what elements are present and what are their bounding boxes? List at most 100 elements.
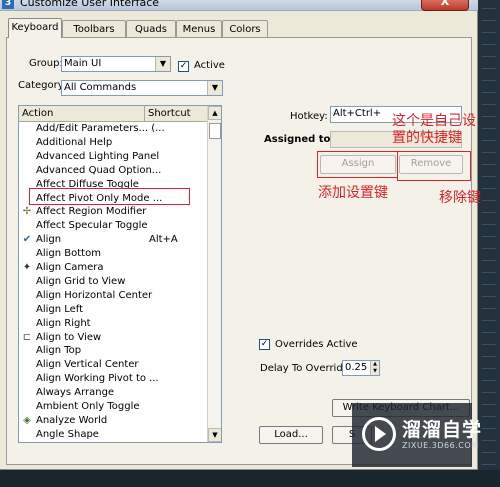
list-item[interactable]: Always Arrange [19,386,207,400]
delay-spinner[interactable]: 0.25 ▲ ▼ [342,360,380,376]
tab-toolbars[interactable]: Toolbars [62,20,126,37]
list-item[interactable]: ✢ Affect Region Modifier [19,205,207,219]
list-item-action: Align Left [36,303,84,315]
chevron-down-icon[interactable]: ▼ [207,81,222,95]
list-item-action: Angle Shape [36,428,99,440]
app-icon: 3 [2,0,14,9]
annotation-hotkey-line2: 置的快捷键 [392,130,462,146]
list-item[interactable]: Align Vertical Center [19,358,207,372]
background-stripe [482,272,496,273]
background-stripe [482,92,496,93]
column-header-action[interactable]: Action [19,106,145,121]
highlight-box-assign [317,151,398,178]
background-stripe [482,368,496,369]
action-list[interactable]: Action Shortcut Add/Edit Parameters... (… [18,105,222,443]
background-stripe [482,152,496,153]
background-stripe [482,428,496,429]
background-stripe [482,128,496,129]
background-stripe [482,224,496,225]
background-stripe [482,188,496,189]
background-stripe [482,68,496,69]
background-stripe [482,200,496,201]
list-item-action: Ambient Only Toggle [36,401,140,412]
list-item[interactable]: Align Working Pivot to ... [19,372,207,386]
background-stripe [482,104,496,105]
align-icon: ✔ [22,234,32,246]
title-bar: 3 Customize User Interface X [0,0,478,11]
background-stripe [482,296,496,297]
customize-ui-dialog: 3 Customize User Interface X Keyboard To… [0,0,478,470]
tab-keyboard[interactable]: Keyboard [8,18,62,38]
group-label: Group: [29,58,63,69]
delay-value: 0.25 [345,362,368,373]
list-item[interactable]: ◈ Analyze World [19,414,207,428]
group-dropdown[interactable]: Main UI ▼ [61,56,171,72]
spinner-arrows-icon[interactable]: ▲ ▼ [370,361,379,375]
list-item[interactable]: Align Left [19,303,207,317]
list-item[interactable]: ✦ Align Camera [19,261,207,275]
list-item[interactable]: Align Grid to View [19,275,207,289]
close-button[interactable]: X [421,0,469,11]
list-item[interactable]: Affect Specular Toggle [19,219,207,233]
list-item[interactable]: ⊏ Align to View [19,331,207,345]
background-stripe [482,248,496,249]
watermark-url: ZIXUE.3D66.COM [402,441,479,450]
list-item[interactable]: Align Top [19,344,207,358]
list-item[interactable]: Advanced Quad Option... [19,164,207,178]
tab-colors[interactable]: Colors [222,20,268,37]
list-item[interactable]: Angle Shape [19,428,207,442]
list-item-action: Align Camera [36,262,104,273]
window-title: Customize User Interface [20,0,160,9]
list-scrollbar[interactable]: ▲ ▼ [207,106,221,442]
delay-label: Delay To Override: [260,363,353,374]
list-item[interactable]: Align Horizontal Center [19,289,207,303]
tab-quads[interactable]: Quads [126,20,176,37]
highlight-box-pivot [29,188,190,205]
list-item-action: Align Top [36,345,82,357]
column-header-shortcut[interactable]: Shortcut [145,106,207,121]
list-item[interactable]: Ambient Only Toggle [19,400,207,414]
list-item[interactable]: Align Bottom [19,247,207,261]
scroll-thumb[interactable] [209,123,221,139]
list-item-action: Align Grid to View [36,275,126,287]
tab-menus[interactable]: Menus [176,20,222,37]
scroll-up-icon[interactable]: ▲ [208,106,221,120]
category-label: Category: [18,80,67,91]
background-stripe [482,392,496,393]
background-stripe [482,236,496,237]
active-label: Active [194,60,225,71]
background-stripe [482,356,496,357]
background-stripe [482,176,496,177]
background-bottom-strip [0,470,500,487]
list-item[interactable]: Add/Edit Parameters... (... [19,122,207,136]
list-item-shortcut: Alt+A [149,234,178,246]
background-stripe [482,20,496,21]
background-viewport-strip [478,0,500,487]
scroll-down-icon[interactable]: ▼ [208,428,221,442]
background-stripe [482,116,496,117]
play-logo-icon [362,417,396,451]
list-item[interactable]: Additional Help [19,136,207,150]
category-value: All Commands [64,82,137,93]
background-stripe [482,464,496,465]
align-to-view-icon: ⊏ [22,331,32,343]
list-header: Action Shortcut [19,106,207,122]
align-camera-icon: ✦ [22,262,32,273]
annotation-remove: 移除键 [439,190,481,206]
load-button[interactable]: Load... [259,426,323,444]
active-checkbox[interactable]: ✓ [178,61,189,72]
background-stripe [482,308,496,309]
list-item-action: Analyze World [36,414,108,426]
overrides-checkbox[interactable]: ✓ [259,339,270,350]
chevron-down-icon[interactable]: ▼ [155,57,170,71]
assigned-to-label: Assigned to: [264,134,335,145]
list-item[interactable]: Align Right [19,317,207,331]
list-item-action: Align [36,234,62,246]
category-dropdown[interactable]: All Commands ▼ [61,80,223,96]
analyze-world-icon: ◈ [23,414,31,426]
watermark-text: 溜溜自学 [402,419,483,441]
background-stripe [482,212,496,213]
list-item[interactable]: ✔ Align Alt+A [19,233,207,247]
list-item[interactable]: Advanced Lighting Panel [19,150,207,164]
background-stripe [482,32,496,33]
